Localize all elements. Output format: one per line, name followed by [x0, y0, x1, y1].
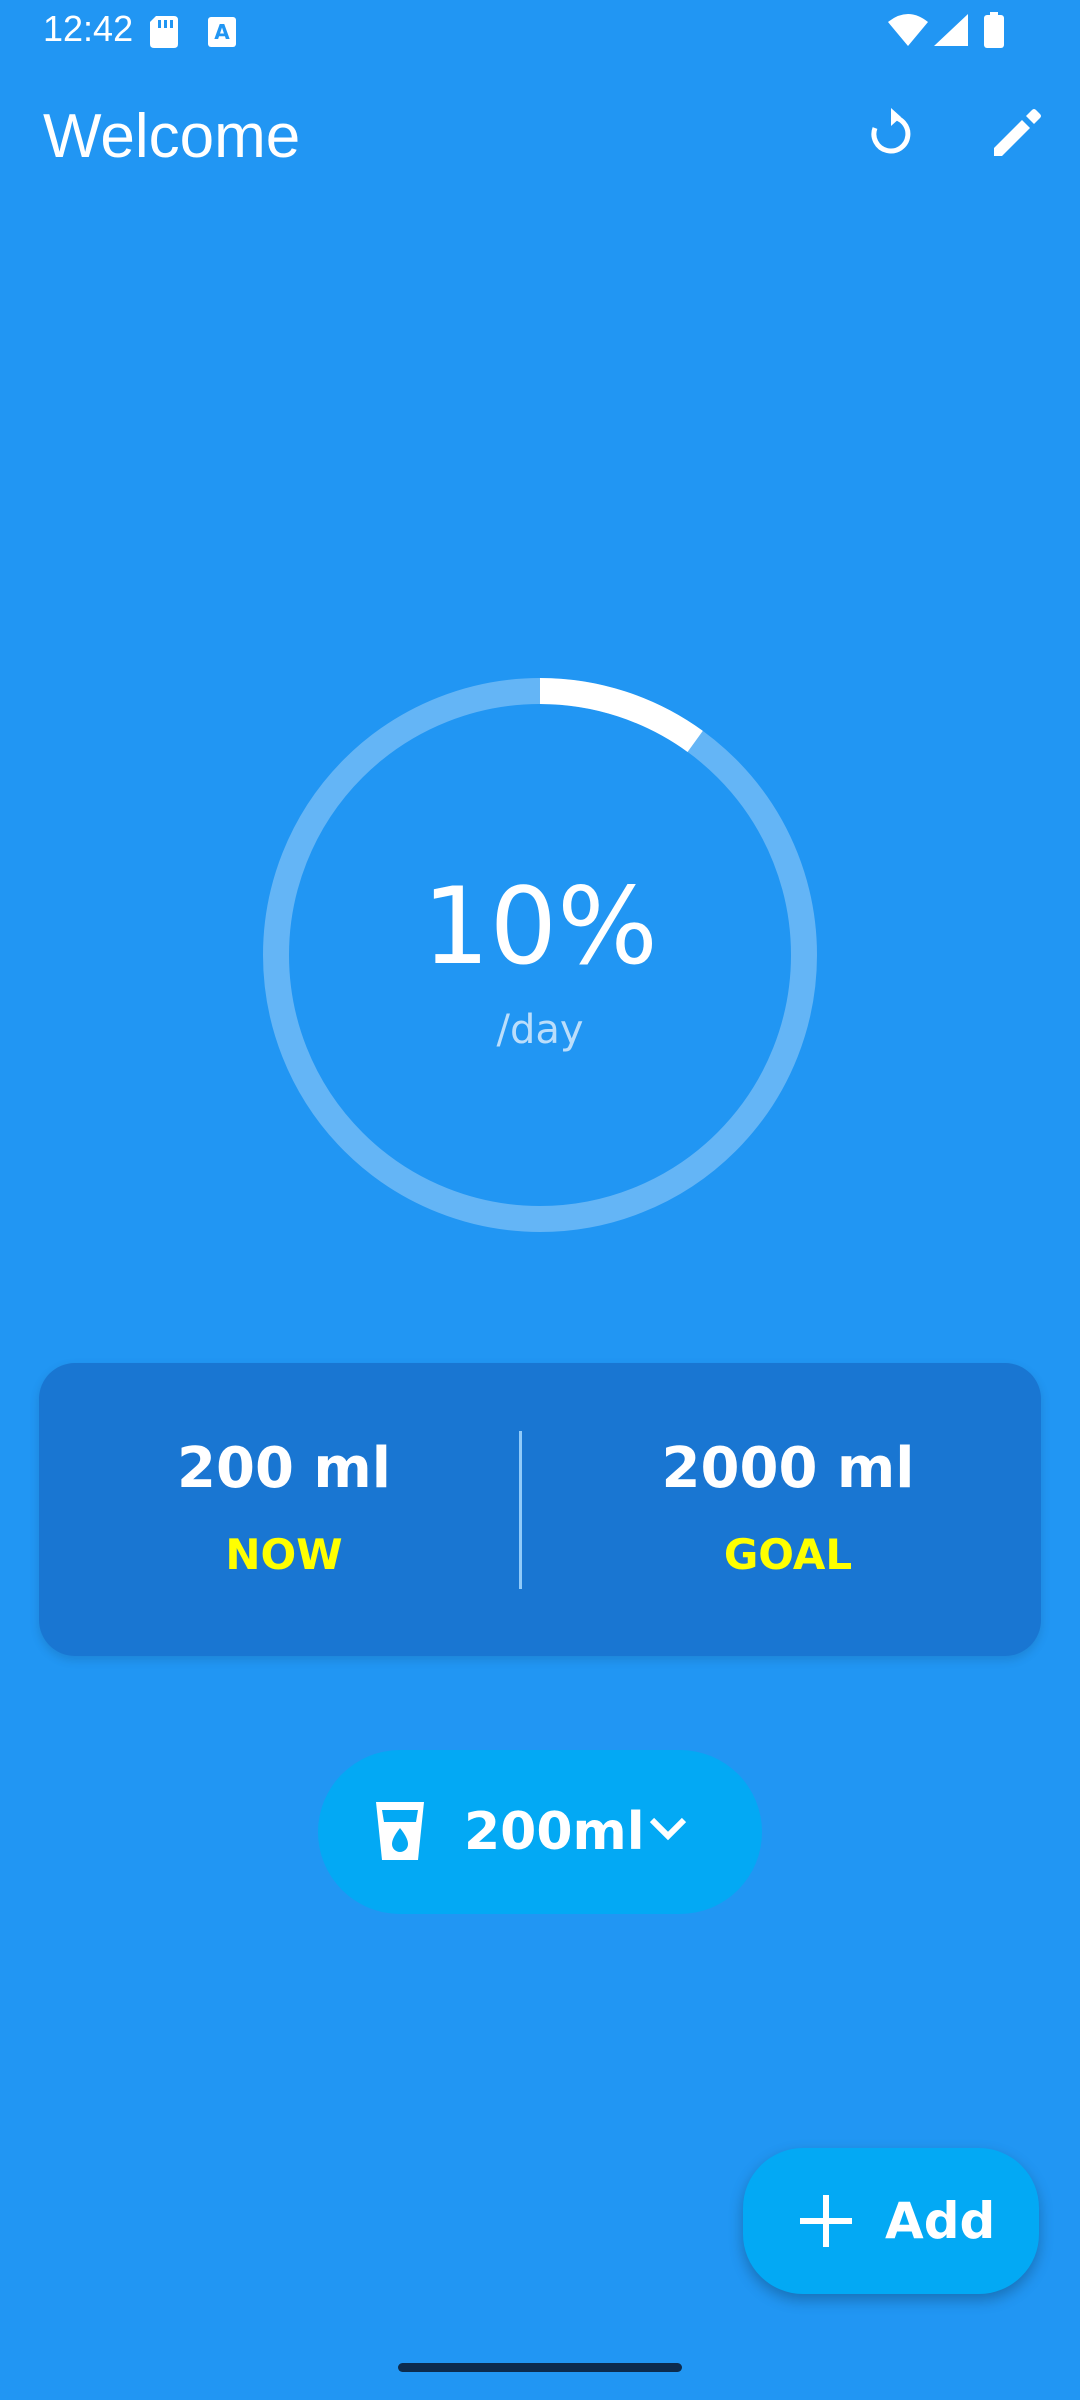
progress-subtitle: /day — [496, 1007, 584, 1053]
wifi-icon — [888, 14, 928, 51]
chevron-down-icon — [648, 1814, 688, 1849]
battery-icon — [984, 12, 1004, 53]
signal-icon — [934, 14, 968, 51]
daily-progress-ring: 10% /day — [262, 677, 818, 1233]
intake-stats-card: 200 ml NOW 2000 ml GOAL — [39, 1363, 1041, 1656]
progress-percent: 10% — [422, 865, 658, 988]
svg-text:A: A — [214, 20, 230, 44]
status-time: 12:42 — [43, 8, 134, 49]
cup-water-icon — [376, 1802, 424, 1865]
cup-size-value: 200ml — [464, 1802, 645, 1862]
edit-pencil-icon — [990, 108, 1042, 165]
refresh-icon — [865, 107, 917, 165]
stats-divider — [519, 1431, 522, 1589]
gesture-nav-handle[interactable] — [398, 2363, 682, 2372]
now-value: 200 ml — [177, 1436, 391, 1501]
app-bar: Welcome — [0, 62, 1080, 210]
stat-goal: 2000 ml GOAL — [543, 1363, 1033, 1656]
add-button[interactable]: Add — [743, 2148, 1039, 2294]
status-bar: 12:42 A — [0, 0, 1080, 62]
page-title: Welcome — [43, 102, 301, 171]
now-label: NOW — [225, 1530, 343, 1579]
accessibility-a-icon: A — [208, 17, 236, 52]
cup-size-dropdown[interactable]: 200ml — [318, 1750, 762, 1914]
edit-button[interactable] — [968, 88, 1064, 184]
goal-value: 2000 ml — [661, 1436, 915, 1501]
refresh-button[interactable] — [843, 88, 939, 184]
goal-label: GOAL — [723, 1530, 853, 1579]
sd-card-icon — [150, 16, 178, 53]
plus-icon — [798, 2193, 854, 2254]
stat-now: 200 ml NOW — [39, 1363, 529, 1656]
add-button-label: Add — [885, 2192, 996, 2250]
